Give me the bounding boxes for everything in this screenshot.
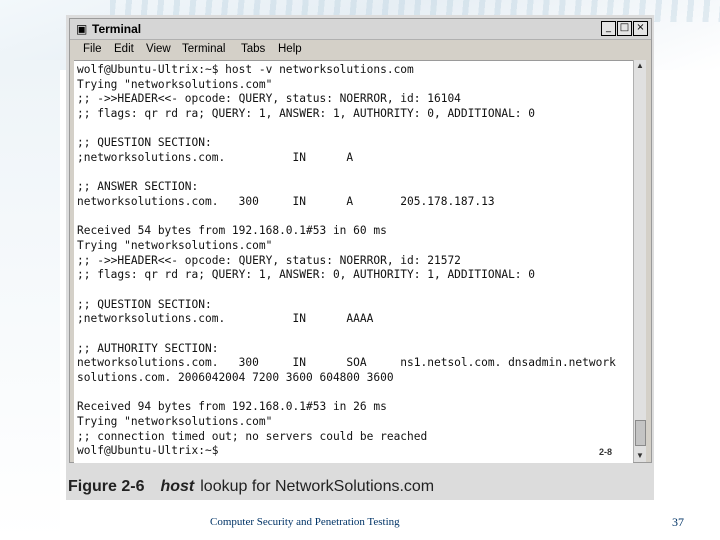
- title-bar[interactable]: ▣ Terminal _ □ ×: [70, 19, 651, 40]
- slide-side-decoration: [0, 60, 60, 540]
- menu-tabs[interactable]: Tabs: [241, 43, 265, 55]
- menu-bar: File Edit View Terminal Tabs Help: [70, 40, 651, 60]
- terminal-line: ;; connection timed out; no servers coul…: [77, 430, 428, 443]
- terminal-line: ;networksolutions.com. IN A: [77, 151, 354, 164]
- page-number: 37: [672, 515, 684, 529]
- scrollbar-thumb[interactable]: [635, 420, 646, 446]
- vertical-scrollbar[interactable]: ▲ ▼: [633, 60, 646, 462]
- terminal-line: ;; AUTHORITY SECTION:: [77, 342, 219, 355]
- terminal-line: ;networksolutions.com. IN AAAA: [77, 312, 374, 325]
- terminal-line: networksolutions.com. 300 IN SOA ns1.net…: [77, 356, 616, 369]
- terminal-window: ▣ Terminal _ □ × File Edit View Terminal…: [69, 18, 652, 463]
- close-button[interactable]: ×: [633, 21, 648, 36]
- scroll-up-arrow-icon[interactable]: ▲: [634, 60, 646, 72]
- terminal-prompt: wolf@Ubuntu-Ultrix:~$: [77, 444, 219, 457]
- terminal-line: networksolutions.com. 300 IN A 205.178.1…: [77, 195, 495, 208]
- terminal-app-icon: ▣: [76, 22, 88, 36]
- terminal-line: ;; QUESTION SECTION:: [77, 136, 212, 149]
- terminal-line: ;; ->>HEADER<<- opcode: QUERY, status: N…: [77, 92, 461, 105]
- terminal-line: ;; flags: qr rd ra; QUERY: 1, ANSWER: 1,…: [77, 107, 536, 120]
- terminal-output[interactable]: wolf@Ubuntu-Ultrix:~$ host -v networksol…: [74, 60, 633, 463]
- terminal-line: Trying "networksolutions.com": [77, 78, 273, 91]
- terminal-line: Received 54 bytes from 192.168.0.1#53 in…: [77, 224, 387, 237]
- figure-tag: 2-8: [599, 447, 613, 457]
- terminal-line: ;; ANSWER SECTION:: [77, 180, 199, 193]
- maximize-button[interactable]: □: [617, 21, 632, 36]
- caption-text: lookup for NetworkSolutions.com: [200, 478, 435, 495]
- scroll-down-arrow-icon[interactable]: ▼: [634, 450, 646, 462]
- menu-terminal[interactable]: Terminal: [182, 43, 225, 55]
- terminal-line: wolf@Ubuntu-Ultrix:~$ host -v networksol…: [77, 63, 414, 76]
- terminal-line: Trying "networksolutions.com": [77, 415, 273, 428]
- figure-number: Figure 2-6: [68, 478, 145, 495]
- terminal-line: ;; flags: qr rd ra; QUERY: 1, ANSWER: 0,…: [77, 268, 536, 281]
- caption-command: host: [160, 478, 195, 495]
- menu-view[interactable]: View: [146, 43, 171, 55]
- terminal-line: ;; QUESTION SECTION:: [77, 298, 212, 311]
- menu-file[interactable]: File: [83, 43, 102, 55]
- terminal-line: Received 94 bytes from 192.168.0.1#53 in…: [77, 400, 387, 413]
- menu-edit[interactable]: Edit: [114, 43, 134, 55]
- terminal-line: Trying "networksolutions.com": [77, 239, 273, 252]
- figure-caption: Figure 2-6 host lookup for NetworkSolution…: [68, 478, 434, 496]
- window-title: Terminal: [92, 22, 142, 36]
- terminal-line: ;; ->>HEADER<<- opcode: QUERY, status: N…: [77, 254, 461, 267]
- slide-footer: Computer Security and Penetration Testin…: [210, 516, 400, 528]
- minimize-button[interactable]: _: [601, 21, 616, 36]
- terminal-line: solutions.com. 2006042004 7200 3600 6048…: [77, 371, 394, 384]
- menu-help[interactable]: Help: [278, 43, 302, 55]
